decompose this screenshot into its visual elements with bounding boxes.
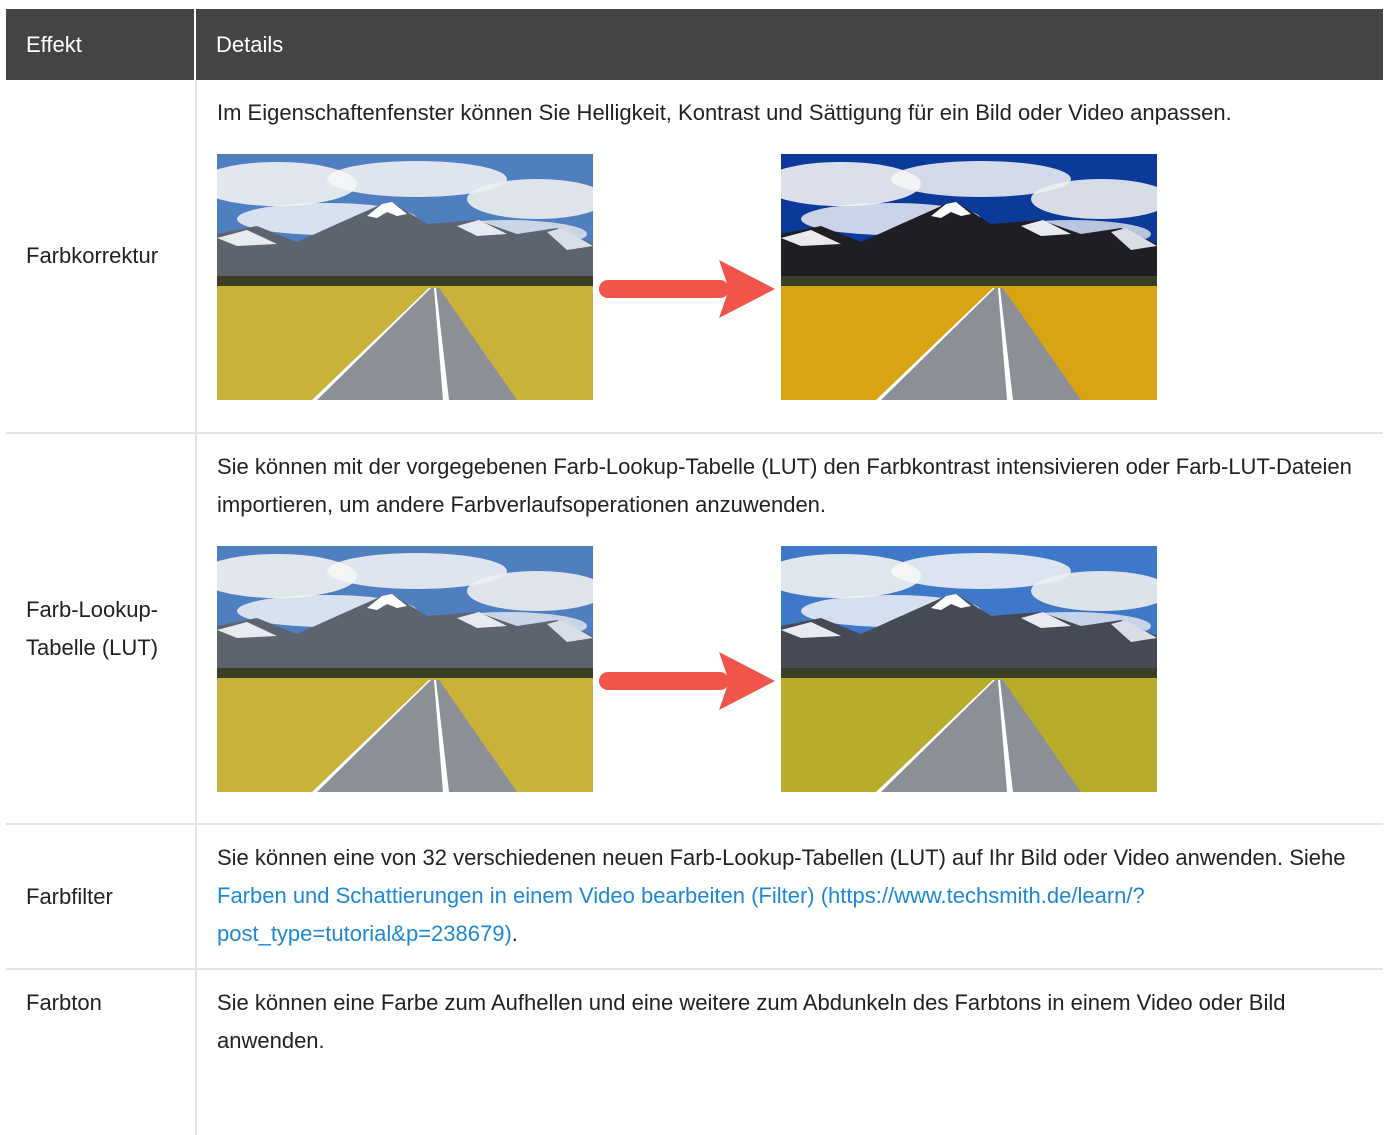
right-arrow-icon: [597, 258, 777, 320]
right-arrow-icon: [597, 650, 777, 712]
table-row: Farbfilter Sie können eine von 32 versch…: [6, 825, 1383, 970]
before-image: [217, 546, 593, 792]
before-after-images: [217, 154, 1363, 400]
header-details: Details: [216, 31, 284, 57]
table-header: Effekt Details: [6, 9, 1383, 80]
effect-details: Im Eigenschaftenfenster können Sie Helli…: [197, 80, 1383, 432]
effect-details: Sie können eine von 32 verschiedenen neu…: [197, 825, 1383, 968]
details-text: Sie können eine von 32 verschiedenen neu…: [217, 845, 1346, 870]
details-text: Sie können eine Farbe zum Aufhellen und …: [217, 990, 1286, 1053]
effect-details: Sie können mit der vorgegebenen Farb-Loo…: [197, 434, 1383, 823]
header-effect: Effekt: [6, 9, 196, 80]
before-image: [217, 154, 593, 400]
details-text: Sie können mit der vorgegebenen Farb-Loo…: [217, 454, 1352, 517]
after-image: [781, 154, 1157, 400]
before-after-images: [217, 546, 1363, 792]
table-row: Farbton Sie können eine Farbe zum Aufhel…: [6, 970, 1383, 1135]
effect-name: Farbkorrektur: [6, 80, 197, 432]
effects-table: Effekt Details Farbkorrektur Im Eigensch…: [6, 9, 1383, 1135]
effect-name: Farbfilter: [6, 825, 197, 968]
effect-details: Sie können eine Farbe zum Aufhellen und …: [197, 970, 1383, 1135]
effect-name: Farb-Lookup-Tabelle (LUT): [6, 434, 197, 823]
effect-name: Farbton: [6, 970, 197, 1135]
after-image: [781, 546, 1157, 792]
table-row: Farbkorrektur Im Eigenschaftenfenster kö…: [6, 80, 1383, 434]
filter-tutorial-link[interactable]: Farben und Schattierungen in einem Video…: [217, 883, 1145, 946]
table-row: Farb-Lookup-Tabelle (LUT) Sie können mit…: [6, 434, 1383, 825]
details-text: Im Eigenschaftenfenster können Sie Helli…: [217, 100, 1232, 125]
details-text-end: .: [511, 921, 518, 946]
